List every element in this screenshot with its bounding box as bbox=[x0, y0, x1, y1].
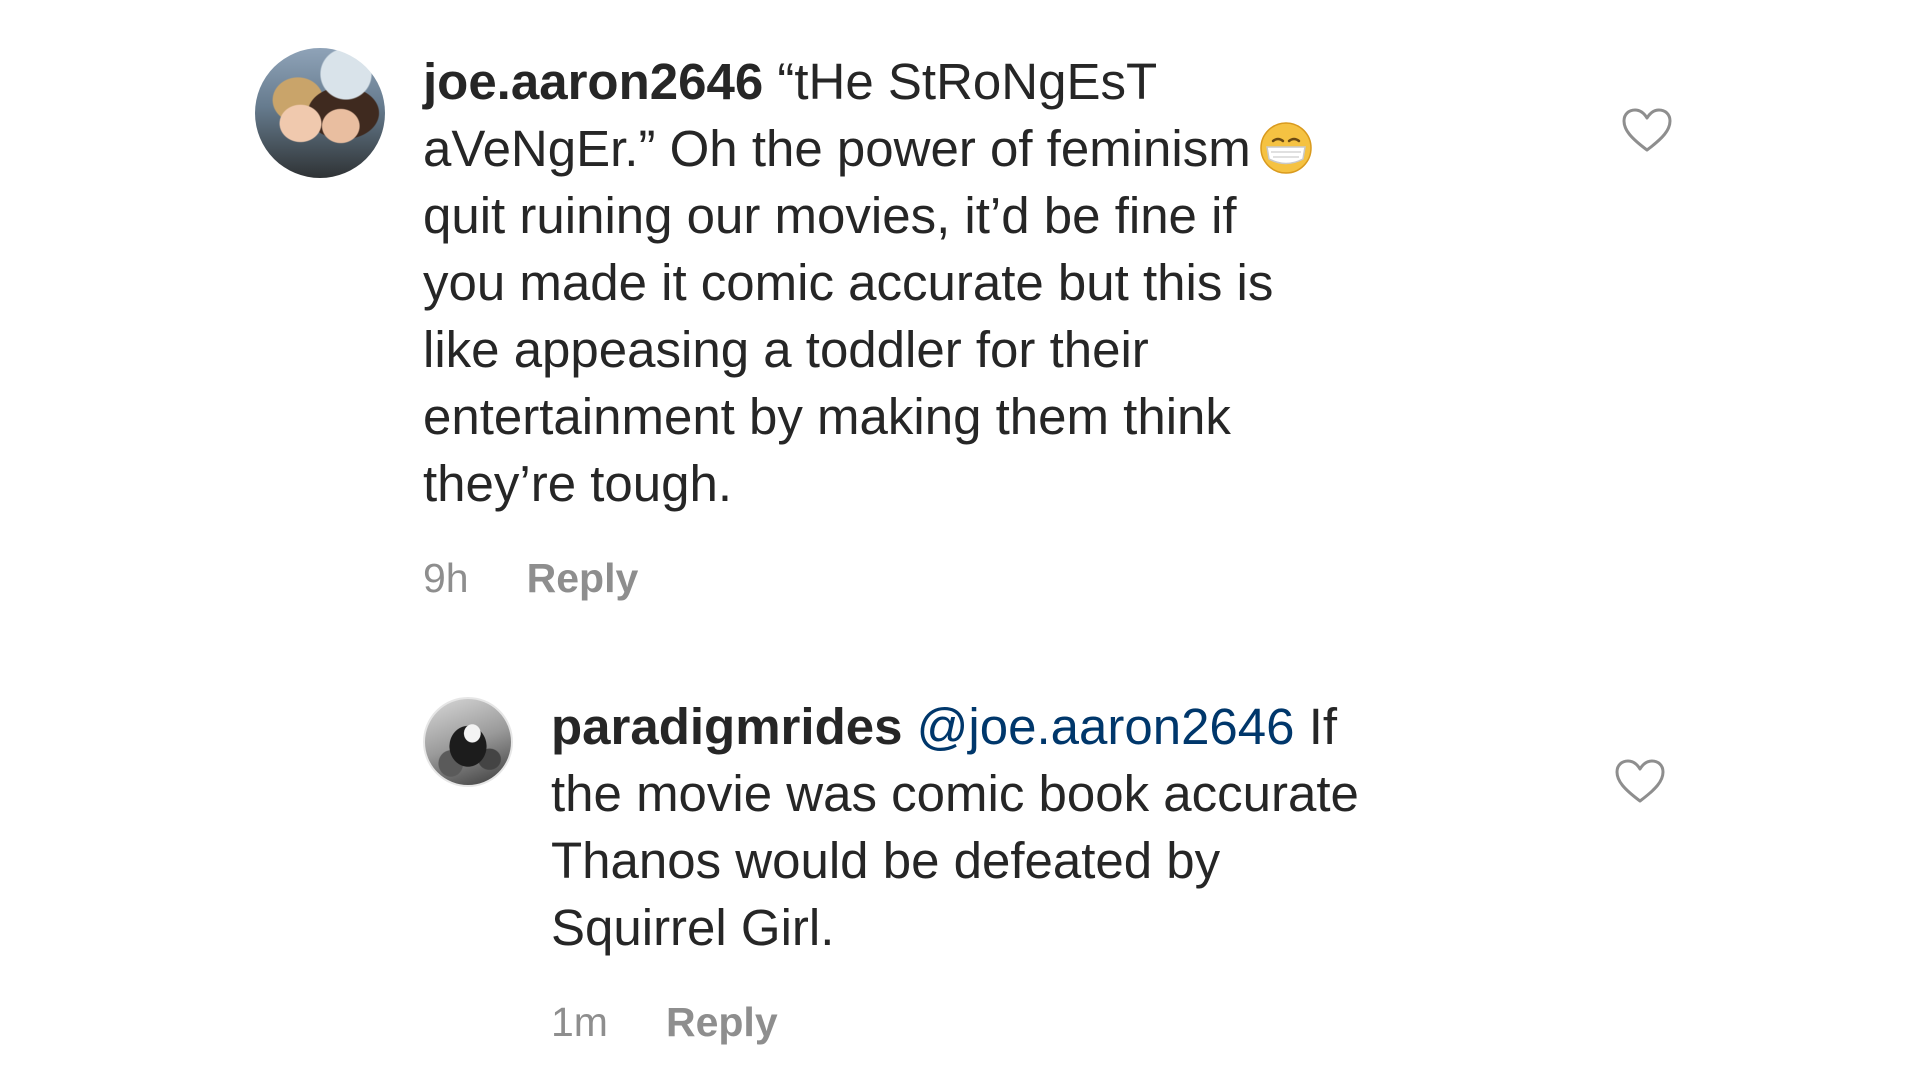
avatar[interactable] bbox=[423, 697, 513, 787]
comment-timestamp: 9h bbox=[423, 555, 469, 601]
comment-text: paradigmrides @joe.aaron2646 If the movi… bbox=[551, 693, 1361, 961]
comment-text: joe.aaron2646 “tHe StRoNgEsT aVeNgEr.” O… bbox=[423, 48, 1323, 517]
heart-outline-icon[interactable] bbox=[1621, 108, 1673, 154]
reply-comment: paradigmrides @joe.aaron2646 If the movi… bbox=[423, 693, 1688, 1046]
comment-body: joe.aaron2646 “tHe StRoNgEsT aVeNgEr.” O… bbox=[423, 48, 1695, 602]
heart-outline-icon[interactable] bbox=[1614, 759, 1666, 805]
mention-link[interactable]: @joe.aaron2646 bbox=[917, 698, 1295, 755]
comment-text-part: quit ruining our movies, it’d be fine if… bbox=[423, 187, 1274, 512]
comment: joe.aaron2646 “tHe StRoNgEsT aVeNgEr.” O… bbox=[255, 48, 1695, 602]
comment-meta: 9h Reply bbox=[423, 555, 1695, 602]
reply-button[interactable]: Reply bbox=[527, 555, 639, 602]
comment-meta: 1m Reply bbox=[551, 999, 1688, 1046]
comment-username[interactable]: paradigmrides bbox=[551, 698, 902, 755]
comment-body: paradigmrides @joe.aaron2646 If the movi… bbox=[551, 693, 1688, 1046]
comment-username[interactable]: joe.aaron2646 bbox=[423, 53, 763, 110]
face-with-medical-mask-icon bbox=[1259, 122, 1312, 174]
avatar[interactable] bbox=[255, 48, 385, 178]
comment-timestamp: 1m bbox=[551, 999, 608, 1045]
reply-button[interactable]: Reply bbox=[666, 999, 778, 1046]
